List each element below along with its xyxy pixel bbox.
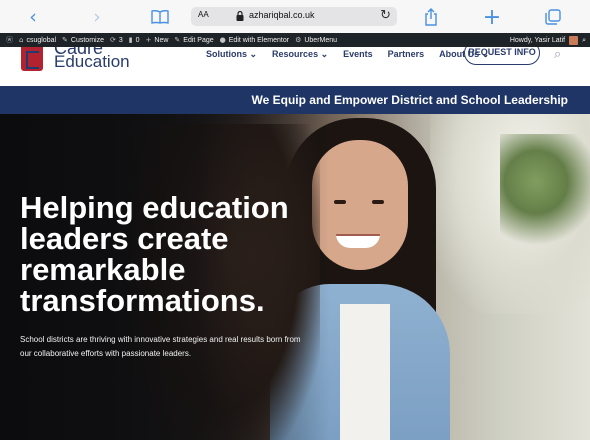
refresh-icon: ⟳	[109, 36, 116, 44]
logo-text[interactable]: Education	[54, 52, 130, 72]
wp-comments[interactable]: ▮ 0	[129, 36, 140, 44]
hero-photo-undershirt	[340, 304, 390, 440]
comment-icon: ▮	[128, 36, 133, 44]
wp-edit-elementor[interactable]: ● Edit with Elementor	[220, 36, 289, 44]
wp-site-name[interactable]: ⌂ csuglobal	[19, 36, 56, 44]
elementor-icon: ●	[219, 36, 226, 44]
site-search-icon[interactable]: ⌕	[554, 47, 561, 62]
forward-icon[interactable]: ›	[88, 6, 106, 28]
nav-events[interactable]: Events	[343, 49, 373, 60]
hero-section: Helping education leaders create remarka…	[0, 114, 590, 440]
search-icon[interactable]: ⌕	[582, 36, 586, 45]
reload-icon[interactable]: ↻	[380, 8, 391, 23]
brush-icon: ✎	[62, 36, 68, 44]
address-bar[interactable]: AA azhariqbal.co.uk ↻	[191, 7, 397, 26]
tagline-banner: We Equip and Empower District and School…	[0, 86, 590, 114]
avatar[interactable]	[569, 35, 579, 45]
back-icon[interactable]: ‹	[24, 6, 42, 28]
url-domain: azhariqbal.co.uk	[249, 10, 315, 20]
logo-icon[interactable]	[21, 47, 43, 71]
wp-updates[interactable]: ⟳ 3	[110, 36, 123, 44]
banner-text: We Equip and Empower District and School…	[251, 93, 569, 107]
wp-ubermenu[interactable]: ⚙ UberMenu	[295, 36, 337, 44]
browser-toolbar: ‹ › AA azhariqbal.co.uk ↻ +	[0, 0, 590, 33]
pencil-icon: ✎	[174, 36, 181, 44]
wp-edit-page[interactable]: ✎ Edit Page	[174, 36, 213, 44]
bookmarks-icon[interactable]	[150, 6, 170, 28]
wp-howdy[interactable]: Howdy, Yasir Latif	[510, 37, 565, 44]
wp-logo-icon[interactable]: ⓦ	[6, 35, 13, 45]
wp-new[interactable]: + New	[146, 36, 169, 44]
text-size-button[interactable]: AA	[198, 10, 209, 19]
tabs-overview-icon[interactable]	[543, 6, 563, 28]
hero-photo-eye	[334, 200, 346, 204]
hero-photo-eye	[372, 200, 384, 204]
home-icon: ⌂	[19, 36, 24, 44]
lock-icon	[236, 11, 244, 21]
nav-partners[interactable]: Partners	[388, 49, 425, 60]
hero-title: Helping education leaders create remarka…	[20, 190, 289, 318]
share-icon[interactable]	[421, 6, 441, 28]
wp-customize[interactable]: ✎ Customize	[62, 36, 104, 44]
site-header: Cadre Education Solutions ⌄ Resources ⌄ …	[0, 47, 590, 86]
wp-admin-bar: ⓦ ⌂ csuglobal ✎ Customize ⟳ 3 ▮ 0 + New ✎ Edit…	[0, 33, 590, 47]
plus-icon: +	[145, 36, 152, 44]
nav-solutions[interactable]: Solutions ⌄	[206, 49, 257, 60]
plant-image	[500, 134, 590, 254]
main-nav: Solutions ⌄ Resources ⌄ Events Partners …	[206, 49, 504, 60]
gears-icon: ⚙	[295, 36, 302, 44]
hero-subtitle: School districts are thriving with innov…	[20, 335, 301, 358]
new-tab-icon[interactable]: +	[482, 5, 502, 30]
nav-resources[interactable]: Resources ⌄	[272, 49, 328, 60]
